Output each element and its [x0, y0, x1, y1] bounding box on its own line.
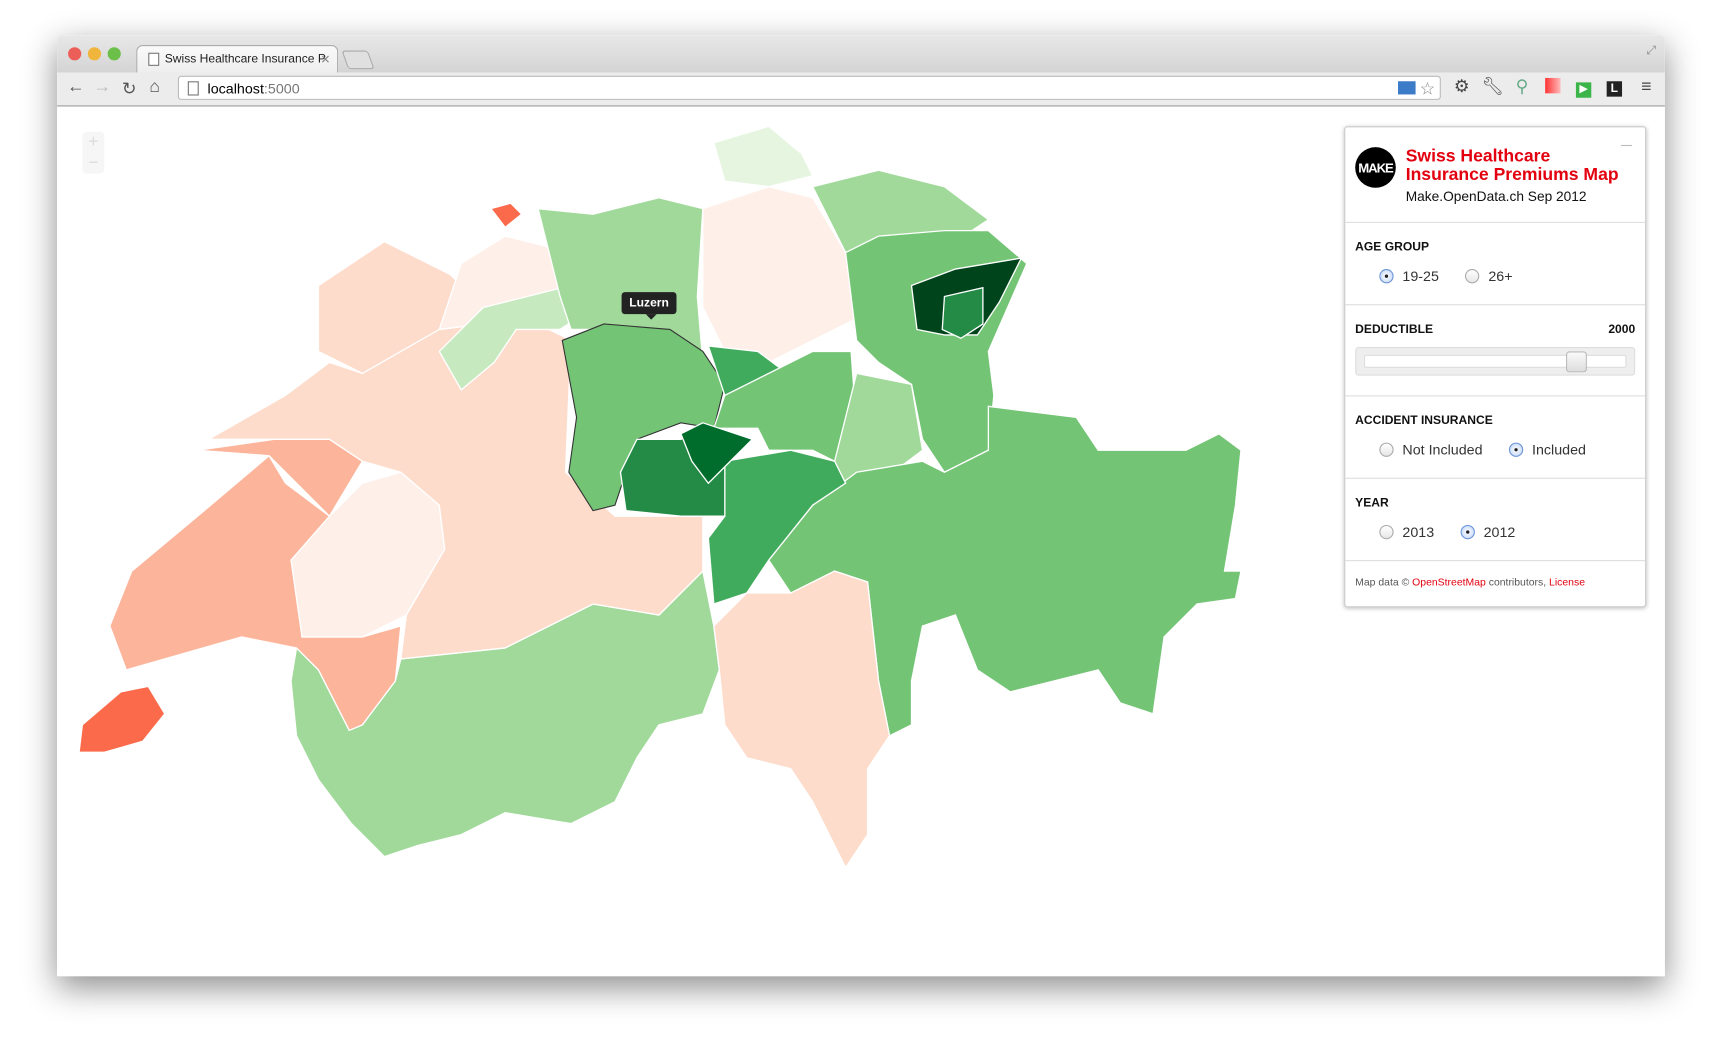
age-26-plus-radio[interactable]: 26+ [1465, 267, 1513, 285]
back-icon[interactable]: ← [67, 78, 85, 98]
minimize-panel-button[interactable] [1620, 144, 1632, 147]
extension-red-icon[interactable] [1543, 77, 1563, 98]
radio-unselected[interactable] [1465, 269, 1480, 284]
zoom-control: + − [82, 131, 105, 174]
region-geneva[interactable] [78, 685, 166, 753]
l-extension-icon[interactable]: L [1604, 78, 1624, 98]
minimize-window-button[interactable] [87, 47, 102, 61]
year-2013-radio[interactable]: 2013 [1379, 524, 1434, 540]
zoom-in-button[interactable]: + [82, 132, 104, 153]
wrench-icon[interactable]: 🔧︎ [1481, 78, 1503, 98]
radio-label: 2012 [1483, 523, 1516, 541]
make-logo: MAKE [1355, 147, 1396, 188]
browser-tab[interactable]: Swiss Healthcare Insurance P ✕ [136, 45, 339, 73]
region-basel-stadt[interactable] [489, 202, 523, 229]
zoom-out-button[interactable]: − [82, 153, 104, 174]
attribution-prefix: Map data © [1355, 576, 1410, 589]
url-port: :5000 [263, 79, 300, 97]
deductible-slider[interactable] [1355, 347, 1636, 376]
bookmark-star-icon[interactable]: ☆ [1420, 78, 1436, 100]
forward-icon[interactable]: → [93, 78, 111, 98]
year-2012-radio[interactable]: 2012 [1460, 523, 1516, 541]
url-host: localhost [207, 79, 264, 97]
slider-thumb[interactable] [1566, 351, 1587, 373]
attribution: Map data © OpenStreetMap contributors, L… [1345, 561, 1645, 606]
attribution-middle: contributors, [1488, 576, 1547, 589]
app-subtitle: Make.OpenData.ch Sep 2012 [1405, 188, 1587, 205]
map-area[interactable]: + − Luzern MAKE Swiss Healthcare Insuran… [57, 106, 1665, 977]
radio-label: 19-25 [1402, 267, 1439, 285]
home-icon[interactable]: ⌂ [149, 78, 160, 98]
not-included-radio[interactable]: Not Included [1379, 441, 1483, 458]
page-icon [148, 52, 160, 66]
radio-label: 2013 [1402, 523, 1435, 541]
radio-label: Not Included [1402, 441, 1483, 458]
deductible-section: DEDUCTIBLE 2000 [1345, 305, 1646, 397]
license-link[interactable]: License [1549, 577, 1585, 589]
zoom-window-button[interactable] [107, 47, 121, 61]
inspector-icon[interactable]: ⚲ [1512, 78, 1532, 98]
age-group-label: AGE GROUP [1355, 240, 1430, 254]
deductible-label: DEDUCTIBLE [1355, 322, 1434, 337]
radio-selected[interactable] [1460, 524, 1475, 540]
year-section: YEAR 2013 2012 [1345, 479, 1646, 562]
deductible-value: 2000 [1608, 322, 1636, 337]
region-schaffhausen[interactable] [713, 125, 814, 188]
radio-selected[interactable] [1379, 269, 1394, 284]
radio-unselected[interactable] [1379, 442, 1394, 457]
radio-label: 26+ [1488, 267, 1513, 285]
menu-icon[interactable]: ≡ [1636, 78, 1656, 98]
age-group-section: AGE GROUP 19-25 26+ [1345, 223, 1646, 306]
page-icon [187, 80, 199, 95]
browser-toolbar: ← → ↻ ⌂ localhost:5000 ☆ ⚙ 🔧︎ ⚲ ▶ L ≡ [57, 72, 1665, 107]
canton-tooltip: Luzern [621, 292, 677, 320]
app-title: Swiss Healthcare Insurance Premiums Map [1405, 147, 1619, 185]
title-bar: Swiss Healthcare Insurance P ✕ ⤢ [57, 35, 1665, 73]
browser-window: Swiss Healthcare Insurance P ✕ ⤢ ← → ↻ ⌂… [57, 35, 1665, 977]
radio-selected[interactable] [1508, 442, 1524, 457]
fullscreen-icon[interactable]: ⤢ [1646, 44, 1656, 58]
slider-track[interactable] [1363, 354, 1627, 368]
age-19-25-radio[interactable]: 19-25 [1379, 268, 1439, 284]
close-tab-icon[interactable]: ✕ [320, 52, 330, 66]
control-panel: MAKE Swiss Healthcare Insurance Premiums… [1344, 126, 1647, 608]
accident-insurance-label: ACCIDENT INSURANCE [1355, 414, 1493, 428]
openstreetmap-link[interactable]: OpenStreetMap [1412, 577, 1486, 589]
reload-icon[interactable]: ↻ [122, 78, 137, 100]
accident-insurance-section: ACCIDENT INSURANCE Not Included Included [1345, 396, 1646, 479]
panel-header: MAKE Swiss Healthcare Insurance Premiums… [1345, 127, 1646, 223]
html5-icon[interactable] [1398, 81, 1416, 95]
radio-label: Included [1531, 441, 1586, 458]
region-ticino[interactable] [713, 570, 891, 869]
tab-title: Swiss Healthcare Insurance P [164, 52, 326, 66]
radio-unselected[interactable] [1379, 524, 1394, 540]
year-label: YEAR [1355, 496, 1389, 510]
settings-gear-icon[interactable]: ⚙ [1452, 78, 1472, 98]
play-extension-icon[interactable]: ▶ [1574, 78, 1594, 98]
included-radio[interactable]: Included [1508, 441, 1586, 458]
close-window-button[interactable] [68, 47, 82, 61]
new-tab-button[interactable] [341, 50, 375, 70]
address-bar[interactable]: localhost:5000 ☆ [177, 75, 1441, 100]
